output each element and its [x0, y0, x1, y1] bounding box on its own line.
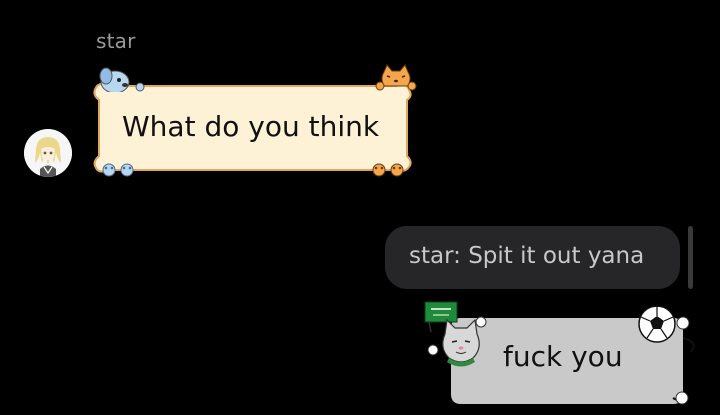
- paw-icon: [675, 391, 689, 405]
- reply-indicator-bar: [688, 226, 693, 289]
- incoming-message-text: What do you think: [122, 110, 380, 143]
- orange-cat-icon: [375, 64, 417, 91]
- soccer-ball-icon: [638, 305, 676, 343]
- orange-paw-prints-icon: [372, 163, 404, 177]
- reply-quote-text: star: Spit it out yana: [409, 243, 645, 269]
- blue-paw-prints-icon: [102, 163, 134, 177]
- outgoing-message-text: fuck you: [503, 340, 623, 373]
- sender-name: star: [96, 29, 136, 53]
- anime-avatar-icon: [24, 129, 72, 177]
- grey-cat-icon: [424, 301, 487, 367]
- avatar[interactable]: [24, 129, 72, 177]
- chat-screen: star What do you think star: Spit it out…: [0, 0, 720, 415]
- paw-icon: [676, 316, 690, 330]
- blue-dog-icon: [99, 67, 145, 92]
